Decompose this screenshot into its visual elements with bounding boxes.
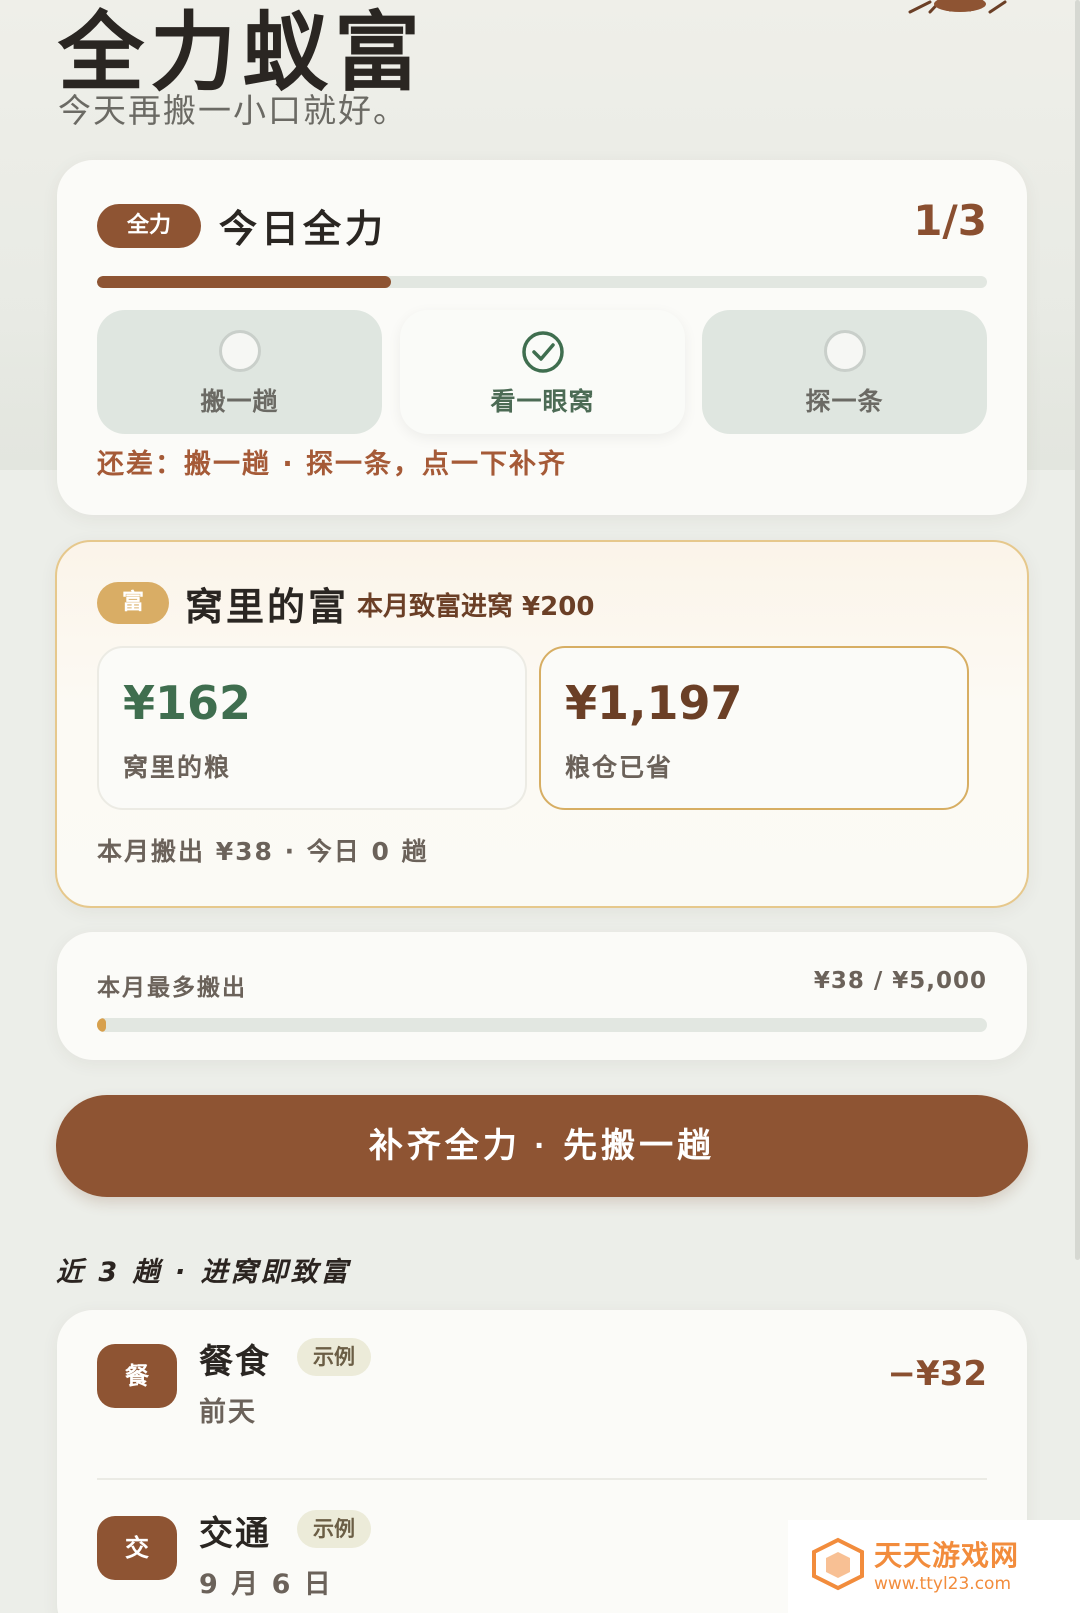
daily-badge: 全力 <box>97 204 201 248</box>
limit-progress-fill <box>97 1018 106 1032</box>
unchecked-circle-icon <box>823 330 866 372</box>
limit-label: 本月最多搬出 <box>97 975 247 1001</box>
limit-value: ¥38 / ¥5,000 <box>813 968 987 994</box>
limit-progress-bar <box>97 1018 987 1032</box>
stat-nest-grain[interactable]: ¥162 窝里的粮 <box>97 646 527 810</box>
example-tag: 示例 <box>297 1338 371 1376</box>
divider <box>97 1478 987 1480</box>
recent-section-title: 近 3 趟 · 进窝即致富 <box>56 1257 351 1288</box>
complete-goal-button[interactable]: 补齐全力 · 先搬一趟 <box>56 1095 1028 1197</box>
stat-label: 粮仓已省 <box>565 753 674 782</box>
item-date: 9 月 6 日 <box>199 1569 333 1600</box>
watermark-logo-icon <box>812 1537 864 1591</box>
task-check-nest[interactable]: 看一眼窝 <box>400 310 685 434</box>
wealth-badge: 富 <box>97 582 169 624</box>
watermark-url: www.ttyl23.com <box>874 1574 1012 1594</box>
task-carry[interactable]: 搬一趟 <box>97 310 382 434</box>
check-circle-icon <box>521 331 564 373</box>
unchecked-circle-icon <box>218 330 261 372</box>
task-label: 搬一趟 <box>200 387 279 416</box>
item-date: 前天 <box>199 1397 257 1428</box>
task-label: 看一眼窝 <box>490 387 595 416</box>
category-icon: 交 <box>97 1516 177 1580</box>
ant-illustration-icon <box>908 0 1007 14</box>
watermark: 天天游戏网 www.ttyl23.com <box>788 1520 1080 1613</box>
item-name: 餐食 <box>199 1342 271 1382</box>
daily-count: 1/3 <box>913 196 987 245</box>
wealth-month-text: 本月致富进窝 ¥200 <box>357 592 595 622</box>
stat-label: 窝里的粮 <box>123 753 232 782</box>
watermark-text: 天天游戏网 <box>874 1539 1020 1572</box>
daily-progress-bar <box>97 276 987 288</box>
monthly-limit-card: 本月最多搬出 ¥38 / ¥5,000 <box>57 932 1027 1060</box>
missing-tasks-link[interactable]: 还差：搬一趟 · 探一条，点一下补齐 <box>97 442 567 481</box>
stat-granary-saved[interactable]: ¥1,197 粮仓已省 <box>539 646 969 810</box>
scrollbar[interactable] <box>1075 0 1080 1260</box>
wealth-footer: 本月搬出 ¥38 · 今日 0 趟 <box>97 837 429 866</box>
category-icon: 餐 <box>97 1344 177 1408</box>
daily-title: 今日全力 <box>219 207 388 251</box>
item-amount: −¥32 <box>887 1354 987 1394</box>
daily-progress-fill <box>97 276 391 288</box>
item-name: 交通 <box>199 1514 271 1554</box>
daily-goal-card: 全力 今日全力 1/3 搬一趟 看一眼窝 探一条 还差：搬一趟 · 探一条，点一… <box>57 160 1027 515</box>
task-explore[interactable]: 探一条 <box>702 310 987 434</box>
list-item[interactable]: 餐 餐食 示例 前天 −¥32 <box>57 1310 1027 1450</box>
wealth-title: 窝里的富 <box>185 585 350 629</box>
stat-value: ¥1,197 <box>565 676 743 730</box>
stat-value: ¥162 <box>123 676 252 730</box>
wealth-card: 富 窝里的富 本月致富进窝 ¥200 ¥162 窝里的粮 ¥1,197 粮仓已省… <box>55 540 1029 908</box>
app-subtitle: 今天再搬一小口就好。 <box>58 91 408 130</box>
task-label: 探一条 <box>805 387 884 416</box>
example-tag: 示例 <box>297 1510 371 1548</box>
